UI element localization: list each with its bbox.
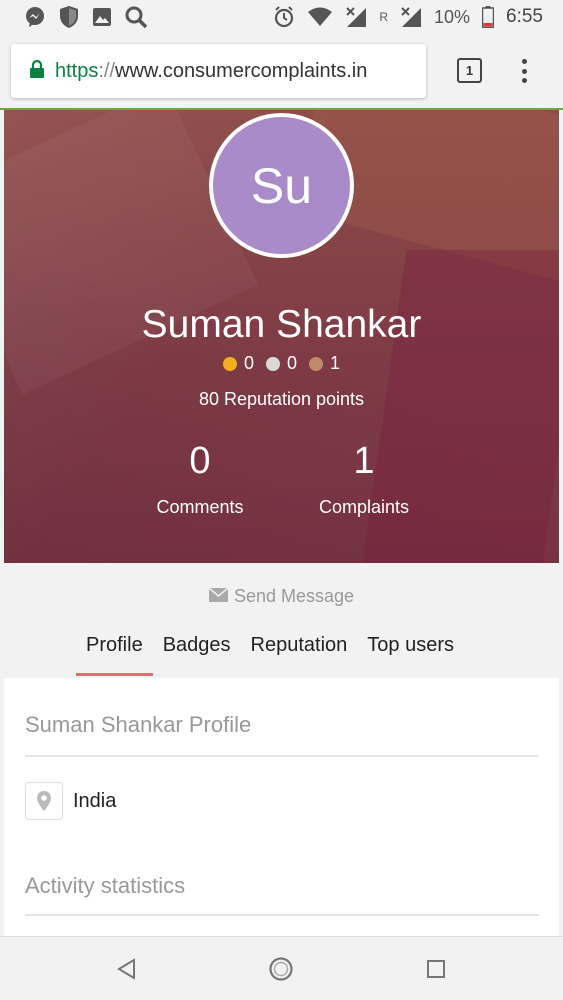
gold-badge-dot [222,356,237,371]
roaming-label: R [379,10,388,24]
url-text: https://www.consumercomplaints.in [55,60,367,83]
bronze-badge-dot [309,356,323,371]
menu-dot [521,59,527,64]
signal-icon-2 [400,6,422,28]
search-icon [124,5,148,29]
activity-section-title: Activity statistics [25,873,186,898]
comments-label: Comments [156,497,244,517]
badge-summary: 0 0 1 [4,353,559,374]
url-host: www.consumercomplaints.in [115,59,368,82]
tab-profile[interactable]: Profile [76,630,153,676]
reputation-points: 80 Reputation points [198,389,365,409]
divider [25,755,539,757]
shield-icon [58,5,80,29]
envelope-icon [208,586,229,607]
silver-badge-dot [265,356,280,371]
silver-badge: 0 [265,353,297,374]
overflow-menu-button[interactable] [514,56,534,86]
lock-icon [29,59,45,84]
user-name: Suman Shankar [141,303,422,346]
bronze-badge-count: 1 [330,353,341,373]
comments-stat[interactable]: 0 Comments [120,440,280,518]
profile-header: Su Suman Shankar 0 0 1 80 Reputation poi… [4,110,559,563]
avatar: Su [209,113,354,258]
profile-details-card: Suman Shankar Profile India Activity sta… [4,678,559,940]
menu-dot [521,78,527,83]
profile-section-title: Suman Shankar Profile [25,712,252,737]
complaints-count: 1 [353,440,375,482]
status-right-icons: R 10% 6:55 [273,6,543,28]
system-nav-bar [0,936,563,1000]
wifi-icon [307,7,333,27]
bronze-badge: 1 [309,353,340,374]
browser-toolbar: https://www.consumercomplaints.in 1 [0,34,563,110]
url-separator: :// [98,59,116,82]
complaints-label: Complaints [318,497,410,517]
send-message-link[interactable]: Send Message [0,586,563,607]
messenger-icon [24,6,46,28]
tab-top-users[interactable]: Top users [357,630,464,676]
gold-badge-count: 0 [243,353,254,373]
status-left-icons [24,5,148,29]
tab-reputation[interactable]: Reputation [241,630,358,676]
recents-icon [427,960,445,978]
location-pin-icon [25,782,63,820]
image-icon [92,7,112,27]
comments-count: 0 [189,440,211,482]
tab-switcher-button[interactable]: 1 [457,58,482,83]
divider [25,914,539,916]
status-bar: R 10% 6:55 [0,0,563,34]
gold-badge: 0 [222,353,254,374]
profile-tabs: Profile Badges Reputation Top users [76,630,464,678]
home-button[interactable] [267,955,295,983]
avatar-initials: Su [250,157,313,214]
back-button[interactable] [112,955,140,983]
clock: 6:55 [506,6,543,27]
address-bar[interactable]: https://www.consumercomplaints.in [11,44,426,98]
recents-button[interactable] [422,955,450,983]
silver-badge-count: 0 [286,353,297,373]
signal-icon [345,6,367,28]
url-scheme: https [55,59,99,82]
tab-badges[interactable]: Badges [153,630,241,676]
menu-dot [521,68,527,74]
location-row: India [25,782,116,820]
tab-count: 1 [465,63,474,78]
send-message-label: Send Message [233,586,355,606]
battery-icon [482,6,495,28]
location-text: India [73,789,117,812]
battery-percent: 10% [433,6,471,27]
complaints-stat[interactable]: 1 Complaints [284,440,444,518]
back-icon [117,958,135,980]
home-icon [269,957,293,981]
alarm-icon [273,6,295,28]
